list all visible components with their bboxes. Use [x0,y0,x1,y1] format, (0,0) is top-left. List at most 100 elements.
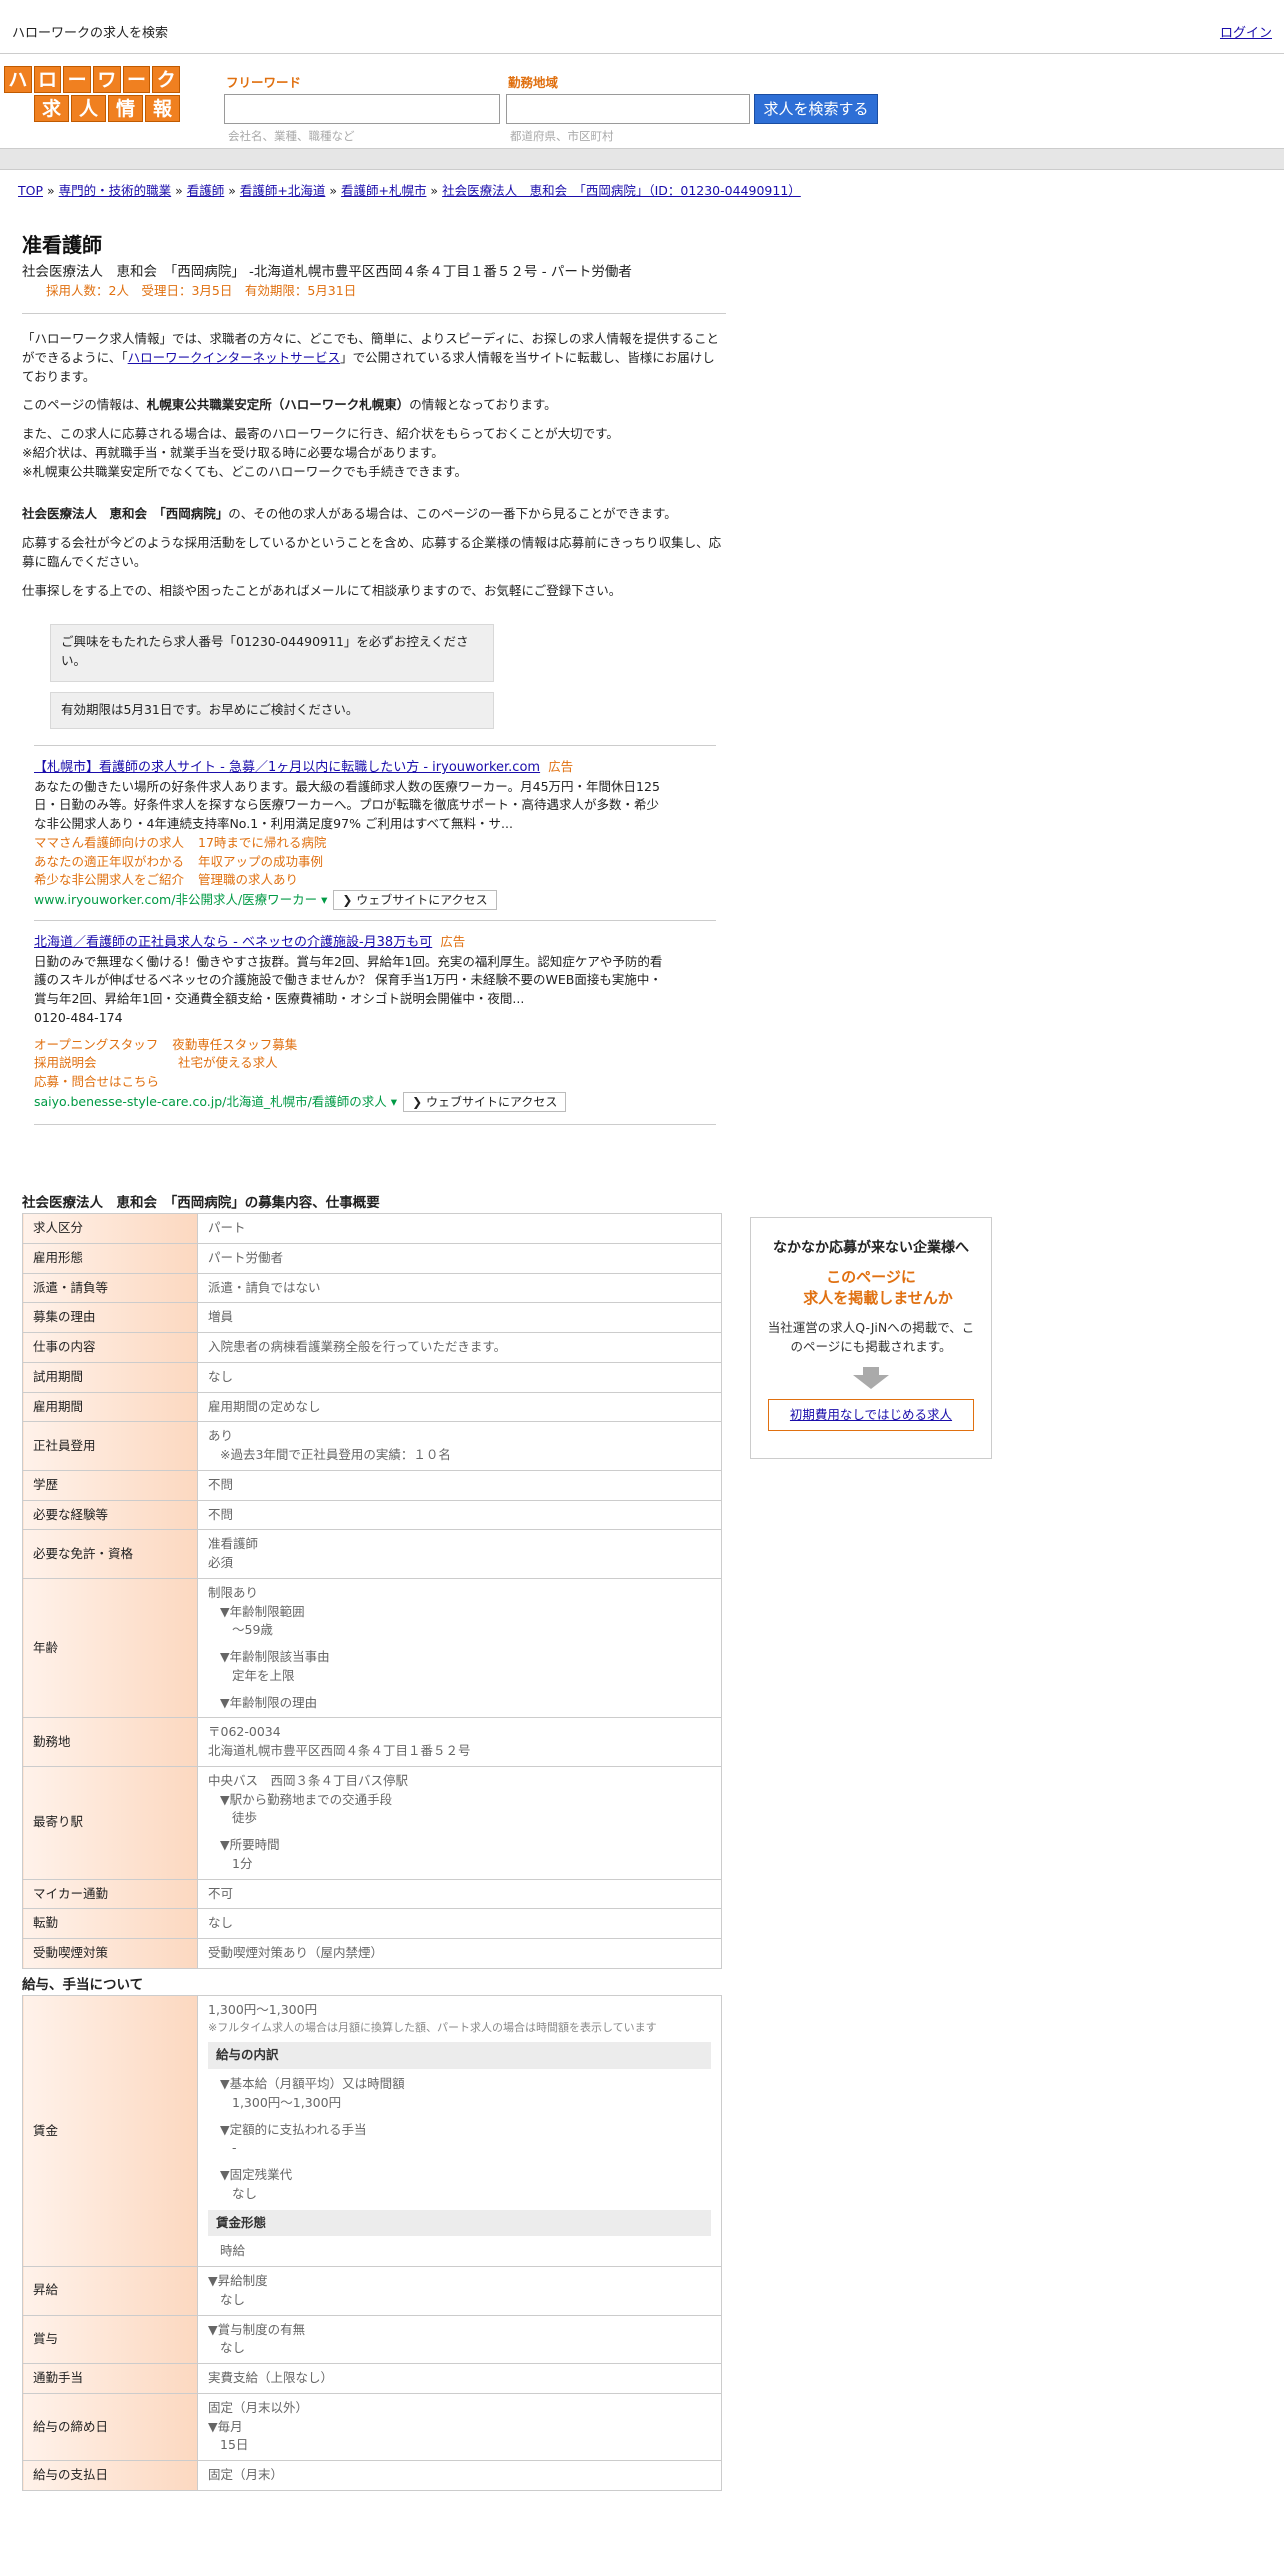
row-key: 賞与 [22,2314,198,2364]
row-value-text: 固定（月末） [208,2467,284,2482]
row-value: 雇用期間の定めなし [197,1391,722,1423]
row-key: 学歴 [22,1469,198,1501]
ad-2-url[interactable]: saiyo.benesse-style-care.co.jp/北海道_札幌市/看… [34,1094,387,1109]
ad-1-tag: 広告 [548,759,574,774]
ad-1-link[interactable]: 管理職の求人あり [198,871,298,890]
row-value: 中央バス 西岡３条４丁目バス停駅 ▼駅から勤務地までの交通手段 徒歩 ▼所要時間 1分 [197,1765,722,1880]
hellowork-logo[interactable]: ハローワーク 求人情報 [4,66,181,122]
side-heading: なかなか応募が来ない企業様へ [773,1240,969,1256]
row-sub-label: ▼年齢制限範囲 [220,1603,305,1619]
row-key: 必要な免許・資格 [22,1529,198,1579]
row-value-text: 〒062-0034 [208,1724,281,1740]
ad-2-link[interactable]: 応募・問合せはこちら [34,1073,159,1092]
ad-1-link[interactable]: ママさん看護師向けの求人 [34,834,184,853]
fixed-label: ▼定額的に支払われる手当 [220,2121,367,2137]
row-key: 派遣・請負等 [22,1272,198,1304]
logo-char: 求 [34,95,69,122]
table-row: 雇用形態 パート労働者 [22,1242,722,1274]
breadcrumb-top[interactable]: TOP [18,183,43,198]
row-value: なし [197,1908,722,1939]
ad-1-visit-button[interactable]: ❯ ウェブサイトにアクセス [333,890,497,910]
ad-1-title[interactable]: 【札幌市】看護師の求人サイト - 急募／1ヶ月以内に転職したい方 - iryou… [34,760,540,775]
job-meta: 採用人数：2人 受理日：3月5日 有効期限：5月31日 [46,283,357,299]
row-key: 正社員登用 [22,1421,198,1471]
ad-2-visit-button[interactable]: ❯ ウェブサイトにアクセス [403,1091,567,1112]
ad-1-links: ママさん看護師向けの求人 17時までに帰れる病院 あなたの適正年収がわかる 年収アッ… [34,834,716,890]
row-value-sub: ※過去3年間で正社員登用の実績：１０名 [220,1447,451,1462]
ad-block-2: 北海道／看護師の正社員求人なら - ベネッセの介護施設-月38万も可 広告 日勤の… [34,920,716,1122]
keyword-input[interactable] [224,94,500,124]
intro-paragraph-2: このページの情報は、札幌東公共職業安定所（ハローワーク札幌東）の情報となっており… [22,397,557,413]
row-value: 受動喫煙対策あり（屋内禁煙） [197,1938,722,1969]
ad-1-link[interactable]: あなたの適正年収がわかる [34,853,184,872]
logo-char: 人 [71,95,106,122]
table-row: 昇給 ▼昇給制度 なし [22,2266,722,2316]
breadcrumb-city[interactable]: 看護師+札幌市 [341,183,426,198]
ad-1-link[interactable]: 年収アップの成功事例 [198,853,323,872]
login-link[interactable]: ログイン [1220,24,1272,44]
row-value-text: 派遣・請負ではない [208,1279,321,1295]
salary-heading: 給与、手当について [22,1976,144,1993]
intro-paragraph-5: 応募する会社が今どのような採用活動をしているかということを含め、応募する企業様の… [22,535,722,569]
row-value: 不問 [197,1499,722,1531]
table-row: 給与の締め日 固定（月末以外） ▼毎月 15日 [22,2392,722,2462]
ad-1-link[interactable]: 希少な非公開求人をご紹介 [34,871,184,890]
ad-2-title[interactable]: 北海道／看護師の正社員求人なら - ベネッセの介護施設-月38万も可 [34,935,432,950]
row-value-text: 入院患者の病棟看護業務全般を行っていただきます。 [208,1339,507,1354]
row-value-text: 不可 [208,1885,234,1901]
table-row: 賞与 ▼賞与制度の有無 なし [22,2314,722,2364]
breadcrumb-category[interactable]: 専門的・技術的職業 [59,183,172,198]
row-value: 実費支給（上限なし） [197,2363,722,2394]
search-area: ハローワーク 求人情報 フリーワード 会社名、業種、職種など 勤務地域 都道府県… [0,54,1284,148]
row-sub-value: なし [220,2340,246,2356]
ad-1-url[interactable]: www.iryouworker.com/非公開求人/医療ワーカー [34,892,317,907]
intro-note-2: ※札幌東公共職業安定所でなくても、どこのハローワークでも手続きできます。 [22,463,467,479]
row-key: 試用期間 [22,1361,198,1393]
row-value-text: 実費支給（上限なし） [208,2370,334,2385]
row-key: 勤務地 [22,1717,198,1767]
row-key: 必要な経験等 [22,1499,198,1531]
ad-2-link[interactable]: オープニングスタッフ [34,1036,158,1055]
ad-1-link[interactable]: 17時までに帰れる病院 [198,834,326,853]
gray-bar [0,148,1284,170]
breadcrumb-current[interactable]: 社会医療法人 恵和会 「西岡病院」（ID：01230-04490911） [442,183,801,198]
side-ad-panel: なかなか応募が来ない企業様へ このページに 求人を掲載しませんか 当社運営の求人Q… [750,1217,992,1459]
row-value-text: 不問 [208,1506,234,1522]
row-key: 転勤 [22,1908,198,1939]
area-input[interactable] [506,94,750,124]
row-sub-value: なし [220,2291,246,2307]
row-value-text: 不問 [208,1476,234,1492]
row-value: パート [197,1213,722,1244]
row-value-text: 雇用期間の定めなし [208,1398,321,1414]
wage-note: ※フルタイム求人の場合は月額に換算した額、パート求人の場合は時間額を表示していま… [208,2020,657,2034]
ad-2-link[interactable]: 社宅が使える求人 [178,1054,278,1073]
breadcrumb-prefecture[interactable]: 看護師+北海道 [240,183,325,198]
search-button[interactable]: 求人を検索する [754,94,878,124]
area-label: 勤務地域 [508,75,559,90]
hellowork-internet-link[interactable]: ハローワークインターネットサービス [128,350,341,365]
table-row: 学歴 不問 [22,1469,722,1501]
row-sub-value: 徒歩 [232,1810,258,1826]
table-row: 仕事の内容 入院患者の病棟看護業務全般を行っていただきます。 [22,1332,722,1363]
main-content: 准看護師 社会医療法人 恵和会 「西岡病院」 -北海道札幌市豊平区西岡４条４丁目… [22,230,726,2491]
base-value: 1,300円〜1,300円 [232,2094,342,2110]
row-value-text: 固定（月末以外） [208,2399,309,2415]
row-value: 固定（月末以外） ▼毎月 15日 [197,2392,722,2462]
row-value: 制限あり ▼年齢制限範囲 〜59歳 ▼年齢制限該当事由 定年を上限 ▼年齢制限の理由 [197,1577,722,1719]
row-value-text: 中央バス 西岡３条４丁目バス停駅 [208,1772,409,1788]
row-sub-value: 15日 [220,2437,249,2453]
ad-1-description: あなたの働きたい場所の好条件求人あります。最大級の看護師求人数の医療ワーカー。月… [34,778,660,832]
ad-2-link[interactable]: 採用説明会 [34,1054,164,1073]
breadcrumb-occupation[interactable]: 看護師 [187,183,225,198]
row-value: 不問 [197,1469,722,1501]
ad-2-phone[interactable]: 0120-484-174 [34,1009,716,1028]
side-start-button[interactable]: 初期費用なしではじめる求人 [768,1398,974,1432]
overtime-label: ▼固定残業代 [220,2167,293,2182]
row-key: 給与の支払日 [22,2460,198,2491]
keyword-hint: 会社名、業種、職種など [228,129,355,143]
row-value-sub: 必須 [208,1555,234,1570]
ad-block-1: 【札幌市】看護師の求人サイト - 急募／1ヶ月以内に転職したい方 - iryou… [34,745,716,920]
row-value: 不可 [197,1878,722,1910]
ad-2-link[interactable]: 夜勤専任スタッフ募集 [172,1036,297,1055]
